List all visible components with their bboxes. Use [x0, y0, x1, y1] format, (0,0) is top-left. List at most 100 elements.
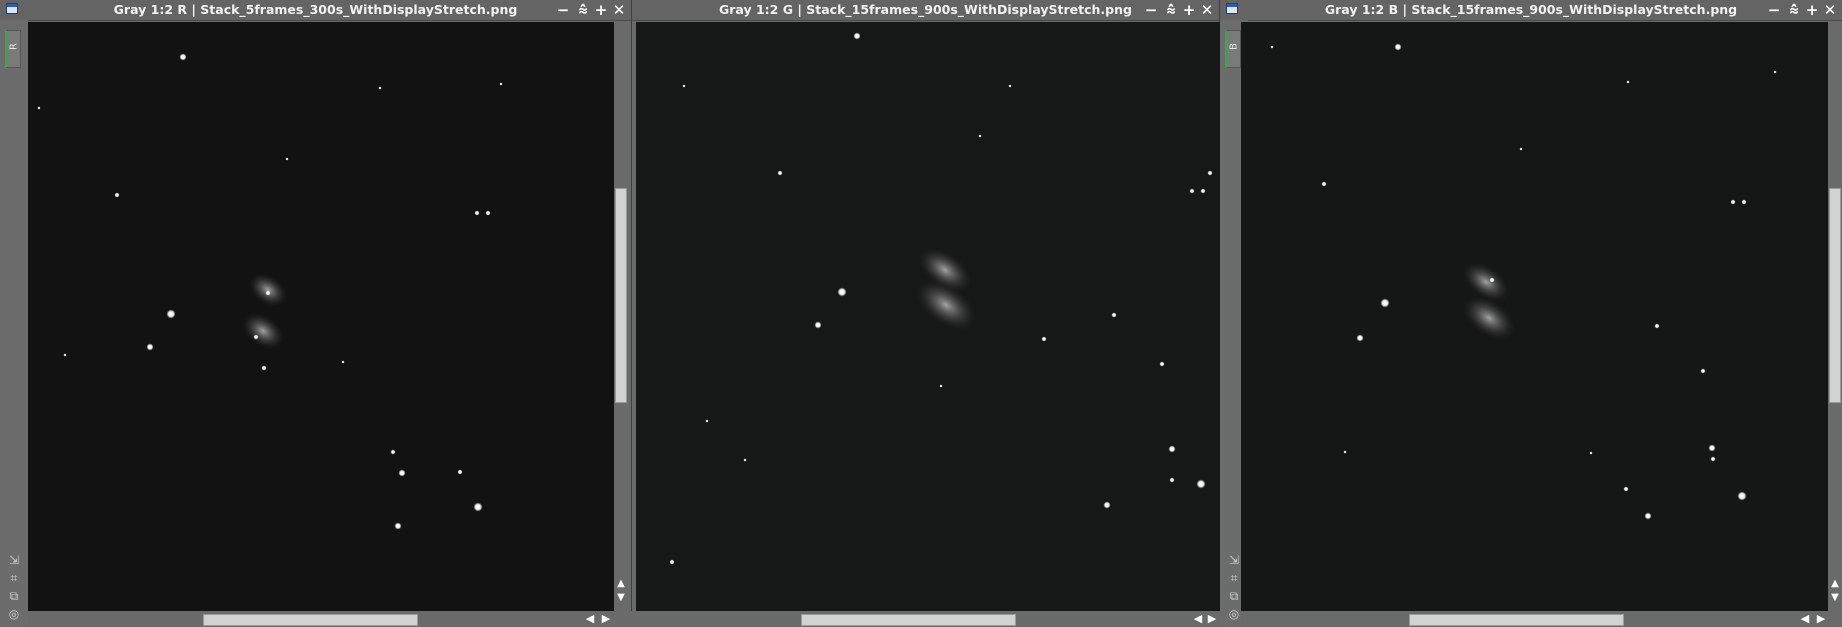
- image-window-b[interactable]: Gray 1:2 B | Stack_15frames_900s_WithDis…: [1220, 0, 1842, 627]
- scroll-up-icon[interactable]: ▲: [1828, 578, 1842, 590]
- clone-icon[interactable]: ⧉: [1226, 588, 1242, 604]
- star: [1207, 170, 1213, 176]
- star: [1189, 188, 1195, 194]
- star: [1356, 334, 1364, 342]
- scroll-down-icon[interactable]: ▼: [614, 592, 628, 604]
- star: [261, 365, 267, 371]
- image-view[interactable]: [28, 22, 614, 611]
- close-icon[interactable]: ✕: [1822, 2, 1838, 18]
- close-icon[interactable]: ✕: [611, 2, 627, 18]
- star: [705, 419, 709, 423]
- star: [1489, 277, 1495, 283]
- minimize-icon[interactable]: −: [555, 2, 571, 18]
- shade-icon[interactable]: ⩯: [1786, 2, 1802, 18]
- star: [1196, 479, 1206, 489]
- horizontal-scrollbar[interactable]: ◀ ▶: [28, 611, 632, 627]
- title-bar[interactable]: Gray 1:2 B | Stack_15frames_900s_WithDis…: [1220, 0, 1842, 21]
- star: [1343, 450, 1347, 454]
- star: [777, 170, 783, 176]
- horizontal-scroll-thumb[interactable]: [801, 614, 1016, 626]
- scroll-right-icon[interactable]: ▶: [1815, 612, 1827, 626]
- star: [1041, 336, 1047, 342]
- star: [63, 353, 67, 357]
- star: [1111, 312, 1117, 318]
- star: [114, 192, 120, 198]
- vertical-scrollbar[interactable]: ▲ ▼: [614, 22, 628, 611]
- star: [837, 287, 847, 297]
- vertical-scrollbar[interactable]: ▲ ▼: [1828, 22, 1842, 611]
- window-title: Gray 1:2 G | Stack_15frames_900s_WithDis…: [719, 2, 1132, 17]
- title-bar[interactable]: Gray 1:2 G | Stack_15frames_900s_WithDis…: [632, 0, 1219, 21]
- star: [669, 559, 675, 565]
- star: [285, 157, 289, 161]
- window-title: Gray 1:2 R | Stack_5frames_300s_WithDisp…: [113, 2, 518, 17]
- maximize-icon[interactable]: +: [1804, 2, 1820, 18]
- close-icon[interactable]: ✕: [1199, 2, 1215, 18]
- star: [166, 309, 176, 319]
- shade-icon[interactable]: ⩯: [575, 2, 591, 18]
- star: [378, 86, 382, 90]
- star: [1710, 456, 1716, 462]
- star: [1380, 298, 1390, 308]
- scroll-right-icon[interactable]: ▶: [600, 612, 612, 626]
- star: [1623, 486, 1629, 492]
- image-window-g[interactable]: Gray 1:2 G | Stack_15frames_900s_WithDis…: [632, 0, 1220, 627]
- image-view[interactable]: [1241, 22, 1828, 611]
- zoom-to-fit-icon[interactable]: ⌗: [1226, 570, 1242, 586]
- star: [37, 106, 41, 110]
- star: [1519, 147, 1523, 151]
- scroll-down-icon[interactable]: ▼: [1828, 592, 1842, 604]
- star: [457, 469, 463, 475]
- star: [1321, 181, 1327, 187]
- horizontal-scroll-thumb[interactable]: [203, 614, 418, 626]
- scroll-right-icon[interactable]: ▶: [1206, 612, 1218, 626]
- star: [265, 290, 271, 296]
- target-icon[interactable]: ◎: [6, 606, 22, 622]
- maximize-icon[interactable]: +: [593, 2, 609, 18]
- horizontal-scroll-thumb[interactable]: [1409, 614, 1624, 626]
- fit-view-icon[interactable]: ⇲: [6, 552, 22, 568]
- star: [1654, 323, 1660, 329]
- scroll-up-icon[interactable]: ▲: [614, 578, 628, 590]
- channel-label: B: [1228, 43, 1240, 50]
- star: [1103, 501, 1111, 509]
- vertical-scroll-thumb[interactable]: [615, 188, 627, 403]
- maximize-icon[interactable]: +: [1181, 2, 1197, 18]
- image-background: [636, 22, 1220, 611]
- star: [1708, 444, 1716, 452]
- channel-label: R: [8, 43, 20, 50]
- title-bar[interactable]: Gray 1:2 R | Stack_5frames_300s_WithDisp…: [0, 0, 631, 21]
- image-window-r[interactable]: Gray 1:2 R | Stack_5frames_300s_WithDisp…: [0, 0, 632, 627]
- zoom-to-fit-icon[interactable]: ⌗: [6, 570, 22, 586]
- channel-tab[interactable]: R: [5, 30, 21, 68]
- scroll-left-icon[interactable]: ◀: [1799, 612, 1811, 626]
- fit-view-icon[interactable]: ⇲: [1226, 552, 1242, 568]
- shade-icon[interactable]: ⩯: [1163, 2, 1179, 18]
- star: [1159, 361, 1165, 367]
- window-title: Gray 1:2 B | Stack_15frames_900s_WithDis…: [1324, 2, 1738, 17]
- clone-icon[interactable]: ⧉: [6, 588, 22, 604]
- minimize-icon[interactable]: −: [1766, 2, 1782, 18]
- star: [814, 321, 822, 329]
- star: [978, 134, 982, 138]
- image-view[interactable]: [636, 22, 1220, 611]
- star: [1773, 70, 1777, 74]
- minimize-icon[interactable]: −: [1143, 2, 1159, 18]
- channel-tab[interactable]: B: [1225, 30, 1241, 68]
- star: [1700, 368, 1706, 374]
- star: [853, 32, 861, 40]
- horizontal-scrollbar[interactable]: ◀ ▶: [1241, 611, 1842, 627]
- window-sidebar: R ⇲ ⌗ ⧉ ◎: [0, 20, 28, 627]
- image-background: [28, 22, 614, 611]
- star: [253, 334, 259, 340]
- star: [1730, 199, 1736, 205]
- image-background: [1241, 22, 1828, 611]
- scroll-left-icon[interactable]: ◀: [1192, 612, 1204, 626]
- target-icon[interactable]: ◎: [1226, 606, 1242, 622]
- star: [390, 449, 396, 455]
- horizontal-scrollbar[interactable]: ◀ ▶: [636, 611, 1220, 627]
- vertical-scroll-thumb[interactable]: [1829, 188, 1841, 403]
- scroll-left-icon[interactable]: ◀: [584, 612, 596, 626]
- star: [394, 522, 402, 530]
- star: [1644, 512, 1652, 520]
